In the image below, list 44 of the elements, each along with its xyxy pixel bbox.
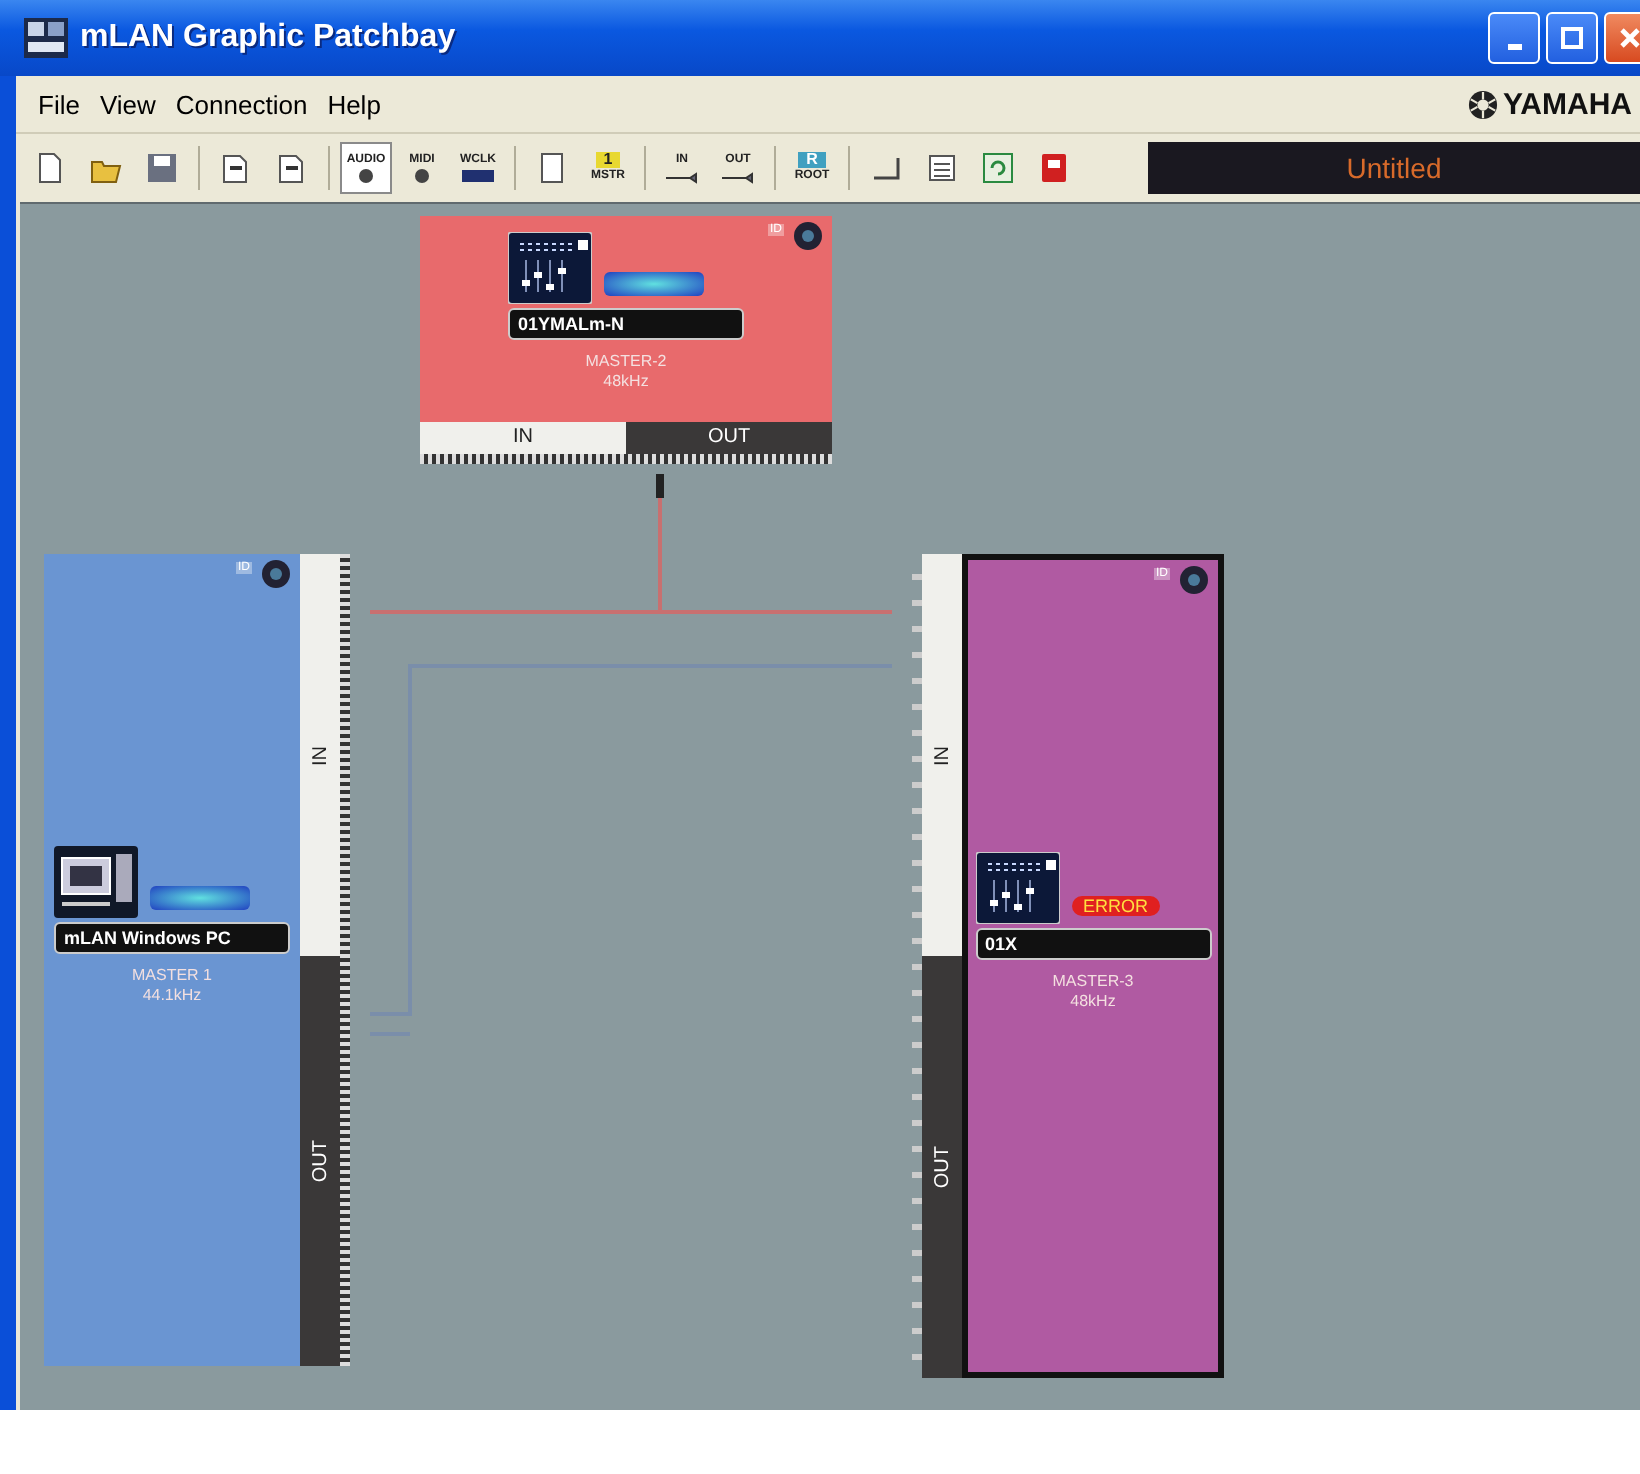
- menu-item[interactable]: Help: [317, 89, 391, 119]
- close-icon: [1618, 26, 1640, 50]
- device-name: mLAN Windows PC: [54, 922, 290, 955]
- in-port-tab[interactable]: IN: [922, 554, 962, 956]
- out-port-tab[interactable]: OUT: [300, 956, 340, 1366]
- out-port-tab[interactable]: OUT: [626, 422, 832, 454]
- minimize-icon: [1507, 43, 1521, 49]
- window-title: mLAN Graphic Patchbay: [80, 20, 458, 56]
- brand-name: YAMAHA: [1503, 87, 1632, 121]
- mixer-icon: [508, 232, 592, 304]
- clock-icon: [460, 168, 496, 184]
- app-icon: [24, 18, 68, 58]
- knob-icon[interactable]: [792, 220, 824, 252]
- plug-icon: [656, 474, 664, 498]
- minimize-button[interactable]: [1488, 12, 1540, 64]
- yamaha-logo-icon: [1467, 89, 1498, 119]
- knob-icon[interactable]: [1178, 564, 1210, 596]
- maximize-icon: [1560, 26, 1584, 50]
- sample-rate: 44.1kHz: [142, 986, 202, 1007]
- knob-icon[interactable]: [260, 558, 292, 590]
- menu-item[interactable]: View: [89, 89, 166, 119]
- maximize-button[interactable]: [1546, 12, 1598, 64]
- in-port-tab[interactable]: IN: [300, 554, 340, 956]
- list-icon: [924, 150, 960, 186]
- plug-icon: [664, 168, 700, 184]
- error-badge: ERROR: [1071, 896, 1161, 917]
- clock-role: MASTER-3: [1052, 972, 1134, 993]
- in-port-tab[interactable]: IN: [420, 422, 626, 454]
- refresh-icon: [980, 150, 1016, 186]
- book-icon: [1036, 150, 1072, 186]
- clock-role: MASTER 1: [131, 966, 212, 987]
- device-name: 01X: [975, 928, 1211, 961]
- save-icon: [144, 150, 180, 186]
- sample-rate: 48kHz: [603, 372, 649, 392]
- clock-role: MASTER-2: [585, 352, 667, 372]
- computer-icon: [54, 846, 138, 919]
- document-title: Untitled: [1346, 152, 1442, 184]
- plug-icon: [720, 168, 756, 184]
- menu-item[interactable]: File: [28, 89, 90, 119]
- out-port-tab[interactable]: OUT: [922, 956, 962, 1378]
- sample-rate: 48kHz: [1070, 992, 1116, 1013]
- menu-item[interactable]: Connection: [165, 89, 318, 119]
- mixer-icon: [975, 852, 1059, 925]
- device-name: 01YMALm-N: [508, 308, 744, 340]
